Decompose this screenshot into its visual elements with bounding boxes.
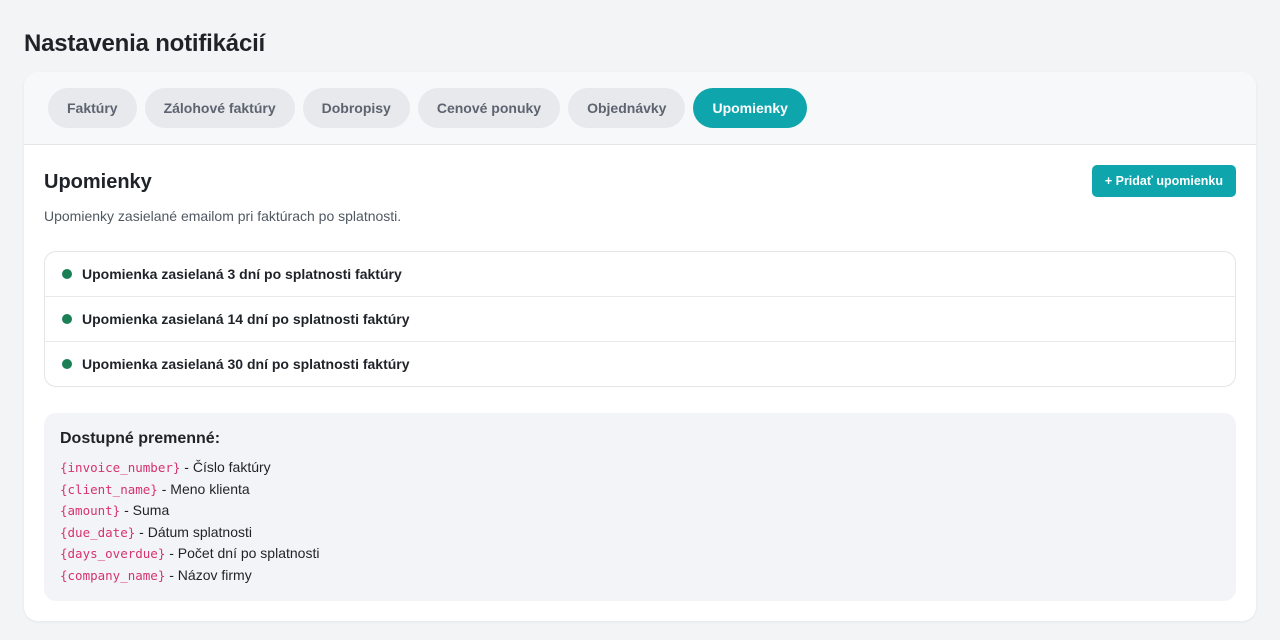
reminder-item[interactable]: Upomienka zasielaná 3 dní po splatnosti … — [45, 252, 1235, 297]
variables-title: Dostupné premenné: — [60, 430, 221, 447]
variable-description: - Meno klienta — [157, 480, 250, 497]
variable-code: {days_overdue} — [60, 546, 166, 562]
variable-code: {amount} — [60, 503, 121, 519]
tab-faktury[interactable]: Faktúry — [48, 88, 137, 128]
variable-code: {due_date} — [60, 524, 136, 540]
section-title: Upomienky — [44, 171, 152, 193]
tab-bar: Faktúry Zálohové faktúry Dobropisy Cenov… — [24, 72, 1256, 145]
variable-code: {company_name} — [60, 567, 166, 583]
tab-dobropisy[interactable]: Dobropisy — [302, 88, 410, 128]
add-reminder-button[interactable]: + Pridať upomienku — [1091, 165, 1236, 197]
tab-upomienky[interactable]: Upomienky — [693, 88, 807, 128]
status-dot-icon — [62, 314, 72, 324]
status-dot-icon — [62, 359, 72, 369]
variable-description: - Suma — [120, 502, 170, 519]
reminder-label: Upomienka zasielaná 3 dní po splatnosti … — [82, 266, 402, 282]
variable-code: {invoice_number} — [60, 460, 181, 475]
variables-panel: Dostupné premenné: {invoice_number} - Čí… — [44, 413, 1236, 601]
reminder-label: Upomienka zasielaná 14 dní po splatnosti… — [82, 311, 410, 327]
status-dot-icon — [62, 269, 72, 279]
page-title: Nastavenia notifikácií — [24, 30, 266, 57]
variable-description: - Názov firmy — [165, 566, 252, 583]
variable-description: - Číslo faktúry — [180, 459, 271, 475]
settings-card: Faktúry Zálohové faktúry Dobropisy Cenov… — [24, 72, 1256, 621]
variable-row: {days_overdue} - Počet dní po splatnosti — [60, 543, 1220, 565]
tab-zalohove-faktury[interactable]: Zálohové faktúry — [144, 88, 295, 128]
reminder-list: Upomienka zasielaná 3 dní po splatnosti … — [44, 251, 1236, 387]
reminder-item[interactable]: Upomienka zasielaná 14 dní po splatnosti… — [45, 297, 1235, 342]
variable-code: {client_name} — [60, 481, 158, 497]
variable-row: {client_name} - Meno klienta — [60, 479, 1220, 501]
tab-cenove-ponuky[interactable]: Cenové ponuky — [417, 88, 561, 128]
section-description: Upomienky zasielané emailom pri faktúrac… — [44, 208, 402, 224]
variable-row: {invoice_number} - Číslo faktúry — [60, 457, 1220, 479]
variable-row: {company_name} - Názov firmy — [60, 565, 1220, 587]
reminder-item[interactable]: Upomienka zasielaná 30 dní po splatnosti… — [45, 342, 1235, 386]
variable-description: - Dátum splatnosti — [135, 523, 252, 540]
reminder-label: Upomienka zasielaná 30 dní po splatnosti… — [82, 356, 410, 372]
variable-row: {amount} - Suma — [60, 500, 1220, 522]
variable-description: - Počet dní po splatnosti — [165, 545, 320, 562]
variable-row: {due_date} - Dátum splatnosti — [60, 522, 1220, 544]
tab-objednavky[interactable]: Objednávky — [568, 88, 686, 128]
